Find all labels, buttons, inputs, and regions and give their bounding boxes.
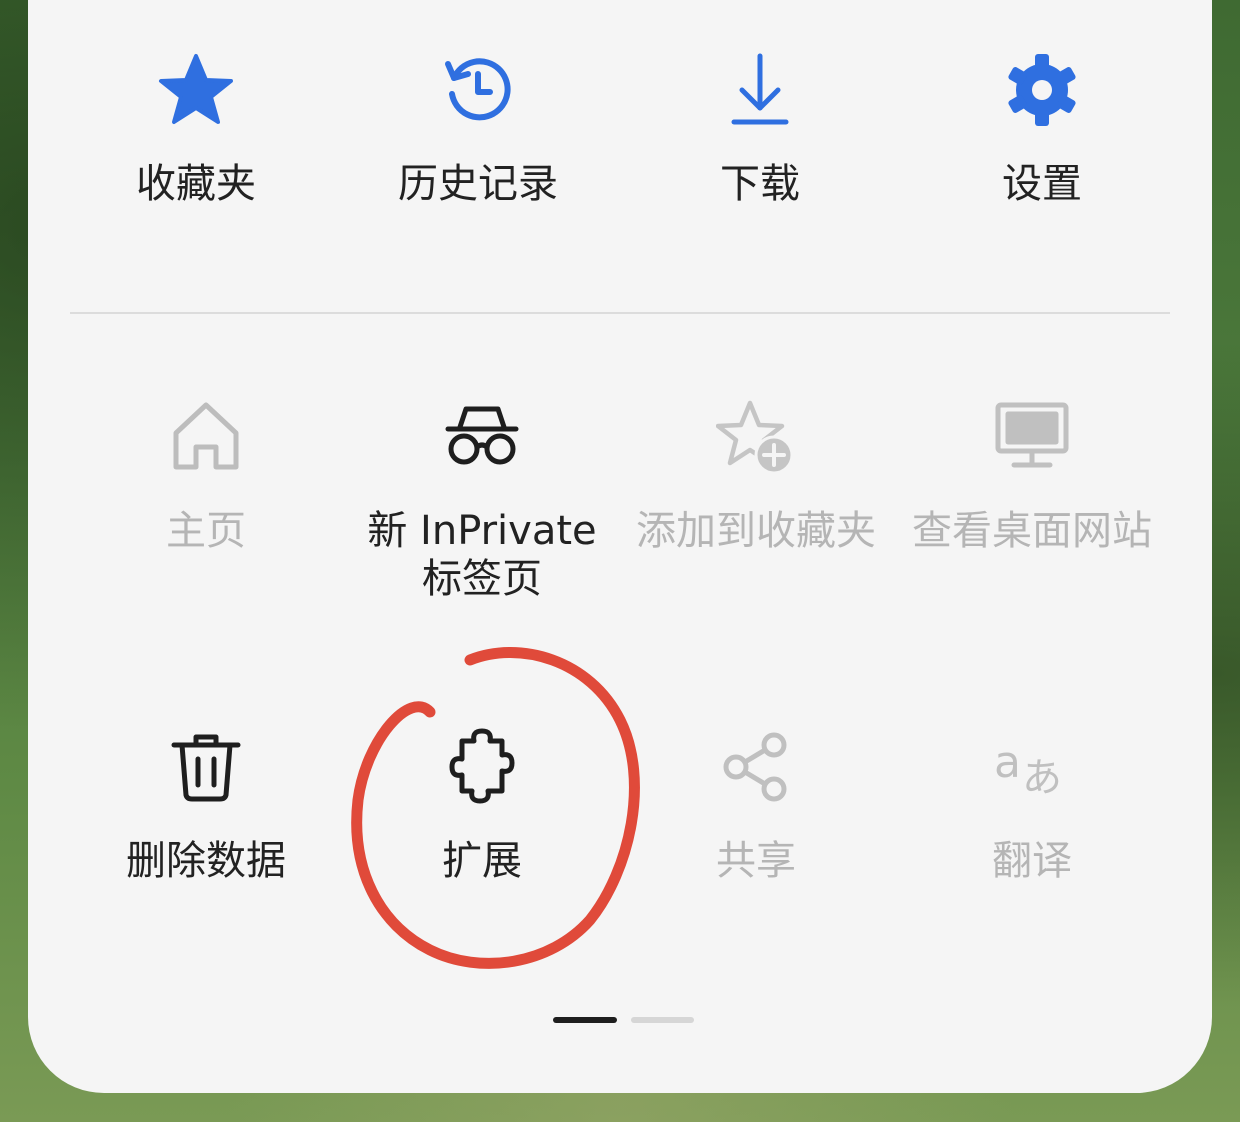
inprivate-icon [442,397,522,477]
home-icon [166,397,246,477]
svg-text:a: a [994,737,1021,788]
menu-item-extensions[interactable]: 扩展 [344,727,620,885]
menu-item-new-inprivate-tab[interactable]: 新 InPrivate 标签页 [344,397,620,603]
menu-item-label: 历史记录 [398,161,558,207]
menu-item-label: 翻译 [992,838,1072,884]
label-line-1: 新 InPrivate [367,508,597,554]
menu-item-label: 下载 [720,161,800,207]
svg-text:あ: あ [1022,755,1062,801]
desktop-icon [992,397,1072,477]
label-line-2: 标签页 [421,556,542,602]
menu-item-share[interactable]: 共享 [618,727,894,885]
menu-item-delete-data[interactable]: 删除数据 [68,727,344,885]
menu-item-label: 扩展 [442,838,522,884]
menu-item-label: 共享 [716,838,796,884]
menu-item-label: 设置 [1002,161,1082,207]
history-icon [438,50,518,130]
download-icon [720,50,800,130]
menu-item-label: 删除数据 [126,838,286,884]
menu-item-settings[interactable]: 设置 [904,50,1180,208]
gear-icon [1002,50,1082,130]
menu-divider [70,312,1170,314]
menu-item-desktop-site[interactable]: 查看桌面网站 [894,397,1170,555]
translate-icon: a あ [992,727,1072,807]
menu-item-home[interactable]: 主页 [68,397,344,555]
menu-item-history[interactable]: 历史记录 [340,50,616,208]
star-icon [156,50,236,130]
menu-item-label: 主页 [166,508,246,554]
menu-item-translate[interactable]: a あ 翻译 [894,727,1170,885]
share-icon [716,727,796,807]
menu-item-label: 添加到收藏夹 [636,508,876,554]
menu-item-label: 新 InPrivate 标签页 [367,507,596,603]
puzzle-icon [442,727,522,807]
star-add-icon [716,397,796,477]
menu-item-downloads[interactable]: 下载 [622,50,898,208]
trash-icon [166,727,246,807]
menu-item-label: 收藏夹 [136,161,256,207]
menu-item-add-to-favorites[interactable]: 添加到收藏夹 [618,397,894,555]
page-indicator-inactive[interactable] [631,1017,694,1023]
page-indicator-active[interactable] [553,1017,617,1023]
menu-item-favorites[interactable]: 收藏夹 [58,50,334,208]
menu-item-label: 查看桌面网站 [912,508,1152,554]
